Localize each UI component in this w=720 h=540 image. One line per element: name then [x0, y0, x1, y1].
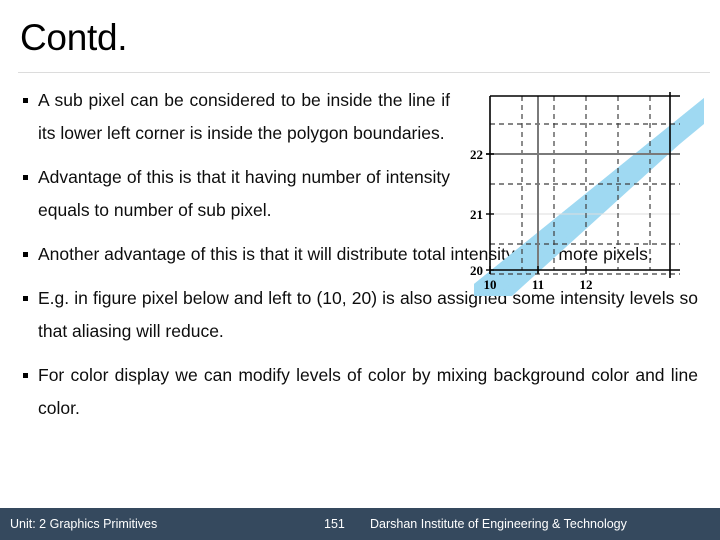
x-tick-label: 10	[484, 277, 497, 292]
page-title: Contd.	[20, 17, 128, 58]
footer-page-number: 151	[324, 517, 345, 531]
square-bullet-icon	[18, 238, 38, 271]
y-tick-label: 20	[470, 263, 483, 278]
footer-bar: Unit: 2 Graphics Primitives 151 Darshan …	[0, 508, 720, 540]
footer-unit-label: Unit: 2 Graphics Primitives	[10, 517, 158, 531]
x-tick-label: 11	[532, 277, 544, 292]
footer-institute-label: Darshan Institute of Engineering & Techn…	[370, 517, 627, 531]
list-item-text: A sub pixel can be considered to be insi…	[38, 90, 450, 143]
list-item-text: Advantage of this is that it having numb…	[38, 167, 450, 220]
x-tick-label: 12	[580, 277, 593, 292]
square-bullet-icon	[18, 84, 38, 117]
y-tick-label: 21	[470, 207, 483, 222]
major-gridlines	[486, 96, 680, 274]
square-bullet-icon	[18, 282, 38, 315]
antialiasing-figure: 22 21 20 10 11 12	[466, 84, 706, 296]
square-bullet-icon	[18, 359, 38, 392]
subpixel-gridlines	[490, 96, 680, 275]
title-divider	[18, 72, 710, 73]
subpixel-grid-svg: 22 21 20 10 11 12	[470, 92, 704, 296]
list-item: For color display we can modify levels o…	[18, 359, 702, 425]
list-item-text: For color display we can modify levels o…	[38, 365, 698, 418]
square-bullet-icon	[18, 161, 38, 194]
y-tick-label: 22	[470, 147, 483, 162]
